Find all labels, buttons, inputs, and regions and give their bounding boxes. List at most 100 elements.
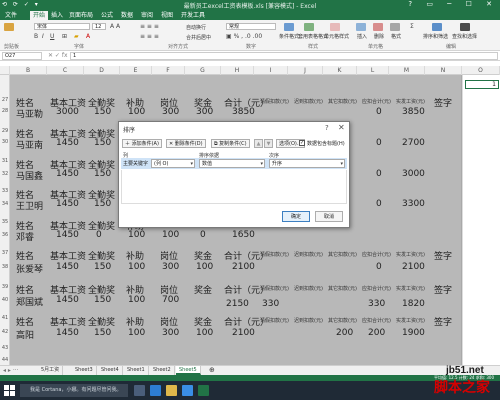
align-top-icon[interactable]: ≡ ≡ ≡ bbox=[140, 23, 159, 30]
sort-level-row[interactable]: 主要关键字 (列 O) ▾ 数值 ▾ 升序 ▾ bbox=[121, 158, 347, 169]
sheet-nav-arrows[interactable]: ◂ ▸ ··· bbox=[3, 366, 19, 375]
column-header-d[interactable]: D bbox=[84, 66, 120, 75]
header-late-deduct[interactable]: 迟到扣款(元) bbox=[294, 285, 323, 292]
delete-cells-icon[interactable] bbox=[373, 23, 383, 31]
header-bonus[interactable]: 奖金 bbox=[194, 249, 212, 262]
row-header[interactable]: 34 bbox=[0, 201, 10, 207]
value-basic-salary[interactable]: 1450 bbox=[56, 169, 79, 179]
row-header[interactable]: 36 bbox=[0, 232, 10, 238]
column-header-b[interactable]: B bbox=[10, 66, 47, 75]
header-signature[interactable]: 签字 bbox=[434, 249, 452, 262]
move-down-button[interactable]: ▼ bbox=[264, 139, 273, 148]
underline-button[interactable]: U bbox=[50, 33, 54, 40]
paste-icon[interactable] bbox=[4, 23, 14, 31]
cell-styles-icon[interactable] bbox=[330, 23, 340, 31]
header-deduct-total[interactable]: 应扣合计(元) bbox=[362, 285, 391, 292]
border-icon[interactable]: ⊞ bbox=[62, 33, 67, 40]
tab-page-layout[interactable]: 页面布局 bbox=[66, 11, 96, 20]
value-total[interactable]: 3850 bbox=[232, 107, 255, 117]
column-header-h[interactable]: H bbox=[221, 66, 254, 75]
conditional-format-icon[interactable] bbox=[284, 23, 294, 31]
header-leave-deduct[interactable]: 请假扣款(元) bbox=[260, 285, 289, 292]
row-header[interactable]: 37 bbox=[0, 250, 10, 256]
value-basic-salary[interactable]: 3000 bbox=[56, 107, 79, 117]
header-other-deduct[interactable]: 其它扣款(元) bbox=[328, 251, 357, 258]
employee-name[interactable]: 马亚勒 bbox=[16, 107, 43, 120]
value-attendance[interactable]: 150 bbox=[94, 262, 111, 272]
value-net-pay[interactable]: 1900 bbox=[402, 328, 425, 338]
cortana-search-input[interactable]: 我是 Cortana，小娜。有问题尽管问我。 bbox=[20, 384, 128, 397]
delete-label[interactable]: 删除 bbox=[374, 33, 384, 40]
sheet-tab[interactable]: Sheet3 bbox=[72, 366, 97, 375]
header-position[interactable]: 岗位 bbox=[160, 315, 178, 328]
value-attendance[interactable]: 150 bbox=[94, 328, 111, 338]
header-bonus[interactable]: 奖金 bbox=[194, 283, 212, 296]
value-net-pay[interactable]: 2100 bbox=[402, 262, 425, 272]
header-deduct-total[interactable]: 应扣合计(元) bbox=[362, 317, 391, 324]
row-header[interactable]: 30 bbox=[0, 139, 10, 145]
value-total[interactable]: 1650 bbox=[232, 230, 255, 240]
row-header[interactable]: 40 bbox=[0, 297, 10, 303]
header-leave-deduct[interactable]: 请假扣款(元) bbox=[260, 251, 289, 258]
font-size-select[interactable]: 12 bbox=[92, 23, 106, 30]
close-icon[interactable]: ✕ bbox=[338, 123, 345, 132]
value-basic-salary[interactable]: 1450 bbox=[56, 199, 79, 209]
add-level-button[interactable]: ＋ 添加条件(A) bbox=[122, 139, 162, 148]
store-icon[interactable] bbox=[182, 385, 193, 396]
employee-name[interactable]: 邓睿 bbox=[16, 230, 34, 243]
fx-icon[interactable]: ✕ ✓ fx bbox=[48, 52, 68, 59]
value-attendance[interactable]: 150 bbox=[94, 199, 111, 209]
sort-filter-icon[interactable] bbox=[432, 23, 442, 31]
table-format-icon[interactable] bbox=[304, 23, 314, 31]
sheet-tab[interactable]: Sheet2 bbox=[150, 366, 175, 375]
order-select[interactable]: 升序 ▾ bbox=[269, 159, 345, 168]
value-net-pay[interactable]: 3850 bbox=[402, 107, 425, 117]
formula-input[interactable]: 1 bbox=[70, 52, 498, 60]
header-name[interactable]: 姓名 bbox=[16, 249, 34, 262]
column-header-e[interactable]: E bbox=[120, 66, 152, 75]
autosum-icon[interactable]: Σ bbox=[410, 23, 414, 30]
sort-on-select[interactable]: 数值 ▾ bbox=[199, 159, 265, 168]
value-deduct-total[interactable]: 0 bbox=[376, 138, 382, 148]
header-deduct-total[interactable]: 应扣合计(元) bbox=[362, 98, 391, 105]
has-headers-checkbox[interactable]: ✓ bbox=[299, 140, 305, 146]
value-deduct-total[interactable]: 0 bbox=[376, 199, 382, 209]
format-cells-icon[interactable] bbox=[390, 23, 400, 31]
edge-icon[interactable] bbox=[150, 385, 161, 396]
copy-level-button[interactable]: ⧉ 复制条件(C) bbox=[211, 139, 250, 148]
value-position[interactable]: 100 bbox=[162, 230, 179, 240]
help-icon[interactable]: ? bbox=[325, 124, 329, 132]
value-total[interactable]: 2100 bbox=[232, 262, 255, 272]
row-header[interactable]: 29 bbox=[0, 128, 10, 134]
value-allowance[interactable]: 100 bbox=[128, 262, 145, 272]
employee-name[interactable]: 马国鑫 bbox=[16, 169, 43, 182]
value-attendance[interactable]: 0 bbox=[96, 230, 102, 240]
file-explorer-icon[interactable] bbox=[166, 385, 177, 396]
move-up-button[interactable]: ▲ bbox=[254, 139, 263, 148]
header-other-deduct[interactable]: 其它扣款(元) bbox=[328, 317, 357, 324]
select-all-corner[interactable] bbox=[0, 66, 10, 75]
value-deduct-total[interactable]: 0 bbox=[376, 107, 382, 117]
row-header[interactable]: 35 bbox=[0, 219, 10, 225]
tab-file[interactable]: 文件 bbox=[2, 11, 20, 20]
value-allowance[interactable]: 100 bbox=[128, 295, 145, 305]
column-header-n[interactable]: N bbox=[425, 66, 462, 75]
value-position[interactable]: 300 bbox=[162, 262, 179, 272]
employee-name[interactable]: 王卫明 bbox=[16, 199, 43, 212]
sheet-tab[interactable]: Sheet1 bbox=[124, 366, 149, 375]
header-leave-deduct[interactable]: 请假扣款(元) bbox=[260, 317, 289, 324]
tab-insert[interactable]: 插入 bbox=[48, 11, 66, 20]
ok-button[interactable]: 确定 bbox=[282, 211, 310, 222]
header-signature[interactable]: 签字 bbox=[434, 315, 452, 328]
column-header-j[interactable]: J bbox=[288, 66, 323, 75]
column-header-g[interactable]: G bbox=[185, 66, 221, 75]
row-header[interactable]: 33 bbox=[0, 188, 10, 194]
fill-color-icon[interactable]: ▰ bbox=[74, 33, 79, 40]
insert-label[interactable]: 插入 bbox=[357, 33, 367, 40]
value-allowance[interactable]: 100 bbox=[128, 107, 145, 117]
value-basic-salary[interactable]: 1450 bbox=[56, 230, 79, 240]
header-late-deduct[interactable]: 迟到扣款(元) bbox=[294, 251, 323, 258]
value-total[interactable]: 2150 bbox=[226, 299, 249, 309]
sort-levels-list[interactable] bbox=[121, 170, 347, 204]
value-deduct-total[interactable]: 330 bbox=[368, 299, 385, 309]
